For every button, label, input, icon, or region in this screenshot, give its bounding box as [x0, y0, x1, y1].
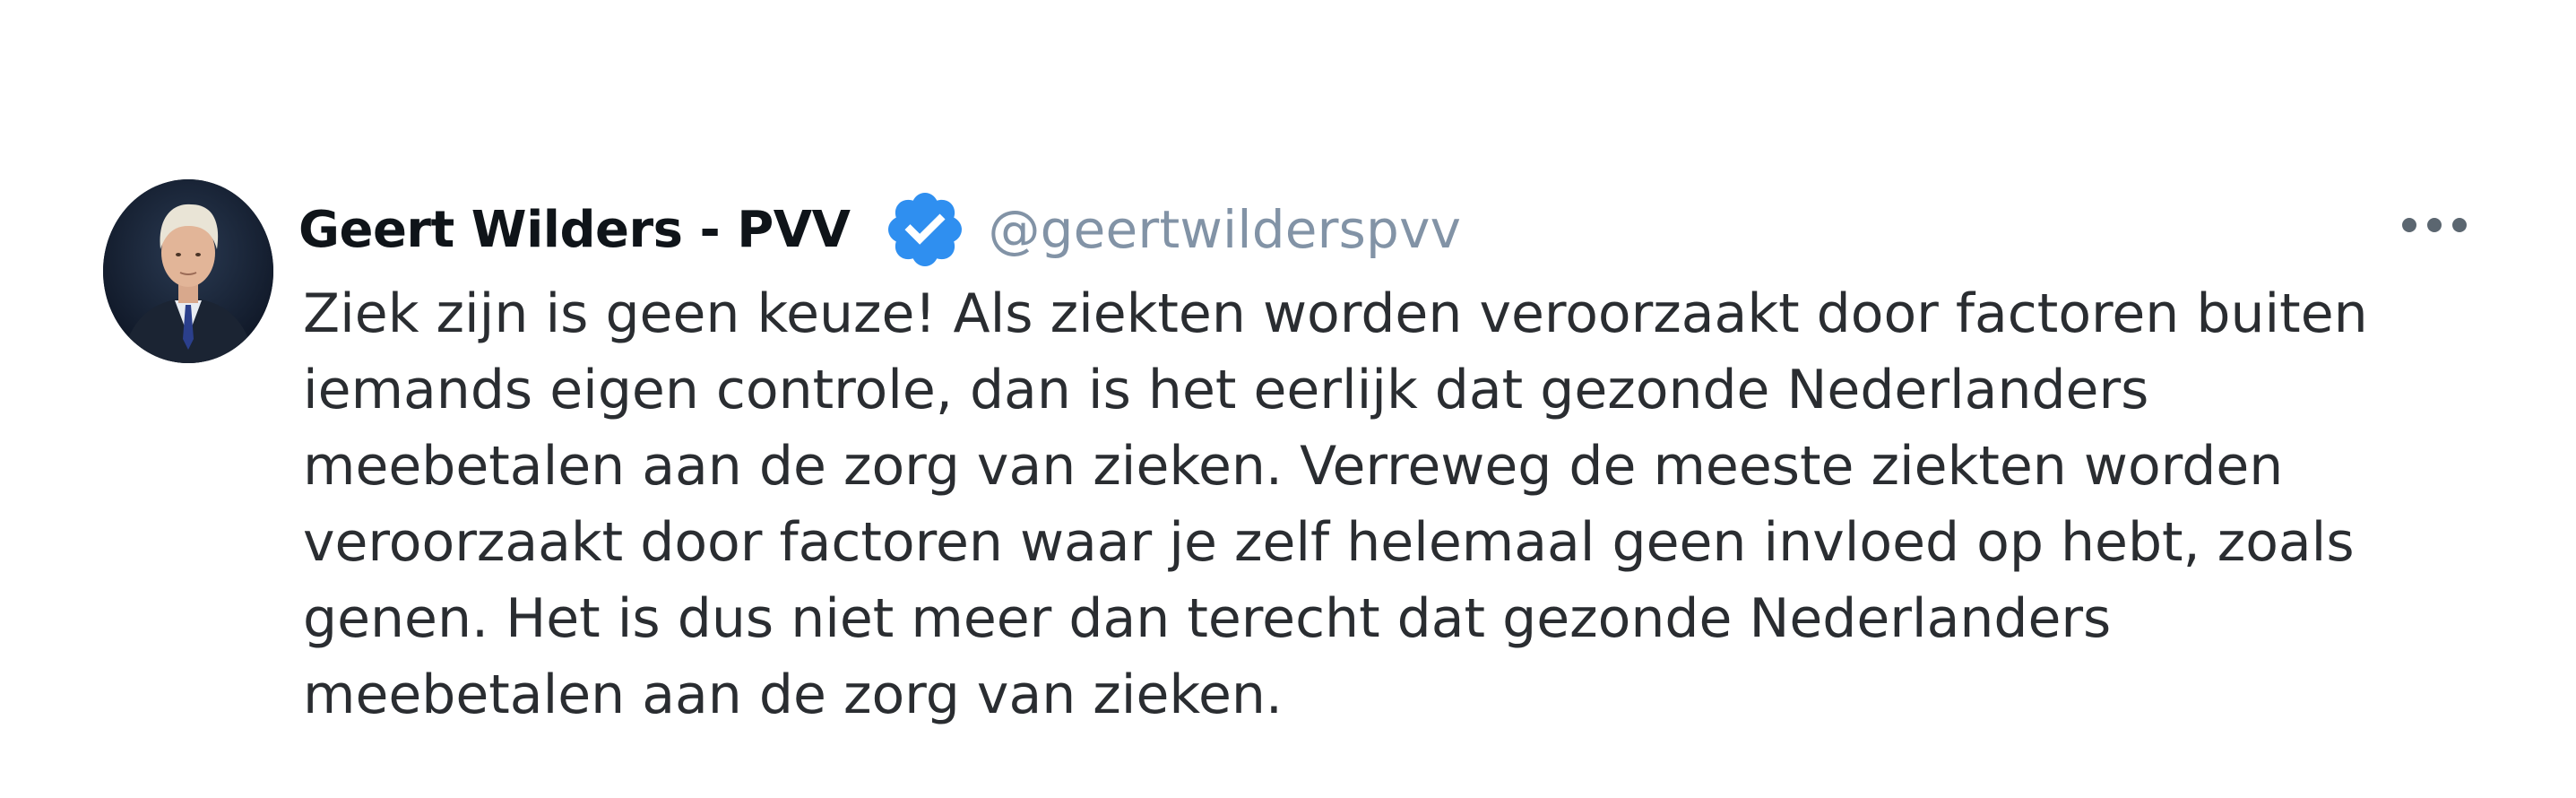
avatar-portrait-icon — [103, 179, 273, 363]
tweet-header: Geert Wilders - PVV @geertwilderspvv — [298, 189, 1461, 270]
tweet-text-line: veroorzaakt door factoren waar je zelf h… — [303, 511, 2355, 574]
more-dot — [2427, 218, 2442, 232]
tweet-text: Ziek zijn is geen keuze! Als ziekten wor… — [303, 276, 2418, 733]
author-handle[interactable]: @geertwilderspvv — [988, 199, 1461, 260]
more-dot — [2402, 218, 2416, 232]
tweet-text-line: genen. Het is dus niet meer dan terecht … — [303, 587, 2112, 650]
tweet-text-line: meebetalen aan de zorg van zieken. — [303, 664, 1284, 726]
tweet-card: Geert Wilders - PVV @geertwilderspvv Zie… — [0, 0, 2576, 798]
author-name[interactable]: Geert Wilders - PVV — [298, 201, 851, 259]
tweet-text-line: meebetalen aan de zorg van zieken. Verre… — [303, 435, 2284, 498]
more-options-icon[interactable] — [2402, 212, 2467, 239]
avatar[interactable] — [103, 179, 273, 363]
tweet-text-line: Ziek zijn is geen keuze! Als ziekten wor… — [303, 282, 2368, 345]
verified-badge-icon — [888, 193, 963, 266]
tweet-text-line: iemands eigen controle, dan is het eerli… — [303, 359, 2149, 421]
more-dot — [2452, 218, 2467, 232]
